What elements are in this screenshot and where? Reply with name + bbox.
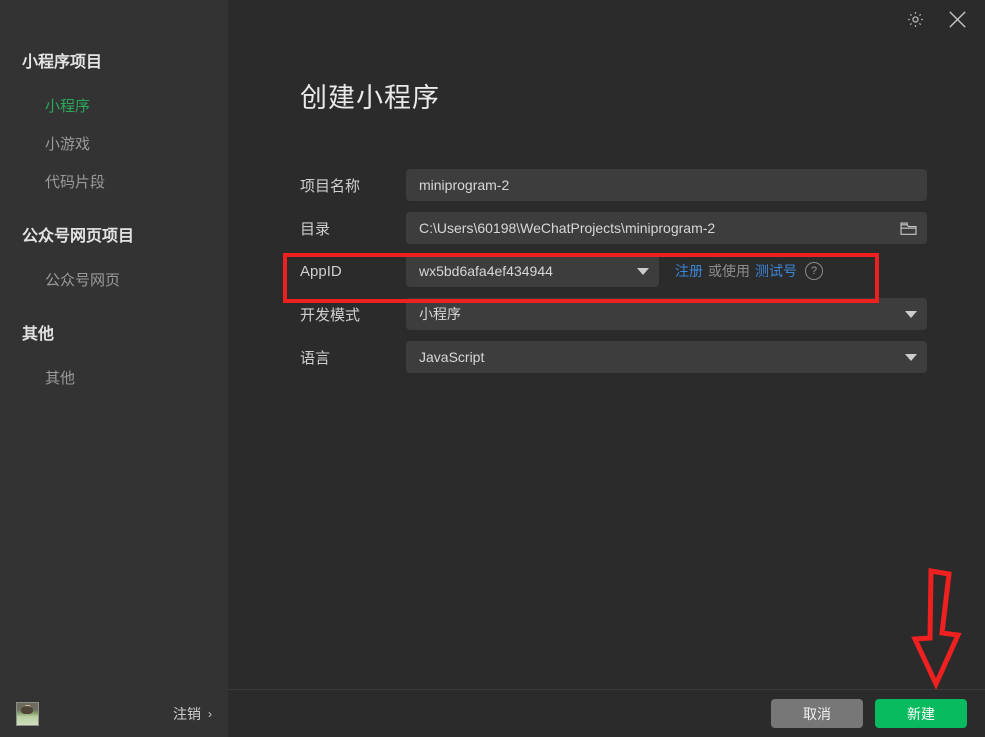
- dev-mode-label: 开发模式: [300, 306, 361, 324]
- logout-label: 注销: [173, 705, 201, 722]
- folder-icon[interactable]: [900, 221, 917, 236]
- nav-group-miniprogram: 小程序项目 小程序 小游戏 代码片段: [0, 52, 228, 202]
- directory-input[interactable]: C:\Users\60198\WeChatProjects\miniprogra…: [406, 212, 927, 244]
- form-row-language: 语言 JavaScript: [228, 341, 985, 373]
- nav-group-official-account: 公众号网页项目 公众号网页: [0, 226, 228, 300]
- chevron-down-icon[interactable]: [905, 310, 917, 318]
- dev-mode-value: 小程序: [419, 306, 461, 322]
- create-miniprogram-form: 项目名称 miniprogram-2 目录 C:\Users\60198\WeC…: [228, 169, 985, 373]
- sidebar-item-official-account-page[interactable]: 公众号网页: [0, 262, 228, 300]
- page-title: 创建小程序: [300, 83, 440, 113]
- create-button[interactable]: 新建: [875, 699, 967, 728]
- content: 创建小程序 项目名称 miniprogram-2 目录 C:\Users\601…: [228, 38, 985, 689]
- dev-mode-select[interactable]: 小程序: [406, 298, 927, 330]
- dialog-footer: 取消 新建: [228, 689, 985, 737]
- language-value: JavaScript: [419, 349, 485, 365]
- form-row-project-name: 项目名称 miniprogram-2: [228, 169, 985, 201]
- form-row-appid: AppID wx5bd6afa4ef434944 注册 或使用 测试号 ?: [228, 255, 985, 287]
- chevron-right-icon: ›: [208, 706, 212, 721]
- language-select[interactable]: JavaScript: [406, 341, 927, 373]
- appid-value: wx5bd6afa4ef434944: [419, 263, 553, 279]
- sidebar-item-minigame[interactable]: 小游戏: [0, 126, 228, 164]
- main-area: 创建小程序 项目名称 miniprogram-2 目录 C:\Users\601…: [228, 0, 985, 737]
- language-label: 语言: [300, 349, 331, 367]
- or-text: 或使用: [708, 263, 750, 279]
- directory-label: 目录: [300, 220, 331, 238]
- sidebar-footer: 注销 ›: [0, 690, 228, 737]
- cancel-button[interactable]: 取消: [771, 699, 863, 728]
- nav-group-title: 小程序项目: [22, 54, 103, 71]
- form-row-dev-mode: 开发模式 小程序: [228, 298, 985, 330]
- nav-group-title: 其他: [22, 326, 55, 343]
- logout-button[interactable]: 注销 ›: [173, 704, 212, 724]
- appid-label: AppID: [300, 262, 342, 280]
- project-name-label: 项目名称: [300, 177, 361, 195]
- directory-value: C:\Users\60198\WeChatProjects\miniprogra…: [419, 220, 716, 236]
- gear-icon[interactable]: [901, 5, 929, 33]
- sidebar-item-miniprogram[interactable]: 小程序: [0, 88, 228, 126]
- form-row-directory: 目录 C:\Users\60198\WeChatProjects\minipro…: [228, 212, 985, 244]
- avatar[interactable]: [16, 701, 39, 726]
- chevron-down-icon[interactable]: [905, 353, 917, 361]
- nav-group-title: 公众号网页项目: [22, 228, 135, 245]
- appid-help-row: 注册 或使用 测试号 ?: [675, 261, 823, 281]
- titlebar: [228, 0, 985, 38]
- appid-select[interactable]: wx5bd6afa4ef434944: [406, 255, 659, 287]
- question-mark-icon[interactable]: ?: [805, 262, 823, 280]
- sidebar-nav: 小程序项目 小程序 小游戏 代码片段 公众号网页项目 公众号网页 其他 其他: [0, 0, 228, 690]
- nav-group-other: 其他 其他: [0, 324, 228, 398]
- sidebar: 小程序项目 小程序 小游戏 代码片段 公众号网页项目 公众号网页 其他 其他 注…: [0, 0, 228, 737]
- close-icon[interactable]: [943, 5, 971, 33]
- register-link[interactable]: 注册: [675, 261, 703, 281]
- project-name-value: miniprogram-2: [419, 177, 510, 193]
- test-account-link[interactable]: 测试号: [755, 261, 797, 281]
- sidebar-item-other[interactable]: 其他: [0, 360, 228, 398]
- project-name-input[interactable]: miniprogram-2: [406, 169, 927, 201]
- sidebar-item-code-snippet[interactable]: 代码片段: [0, 164, 228, 202]
- chevron-down-icon[interactable]: [637, 267, 649, 275]
- app-window: 小程序项目 小程序 小游戏 代码片段 公众号网页项目 公众号网页 其他 其他 注…: [0, 0, 985, 737]
